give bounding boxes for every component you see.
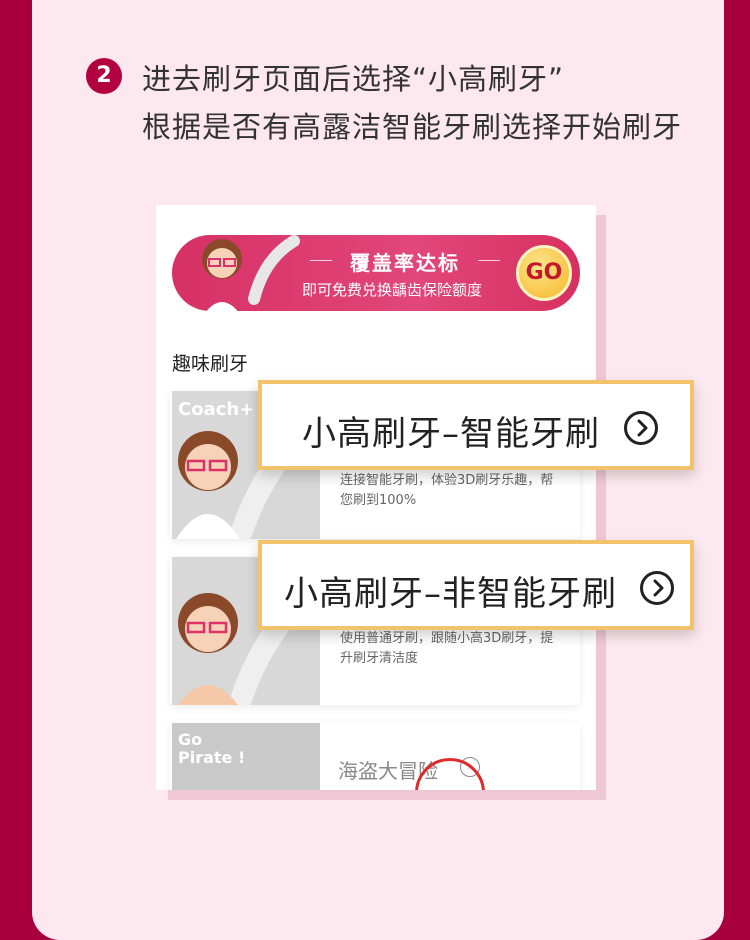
- step-instruction-line-1: 进去刷牙页面后选择“小高刷牙”: [142, 62, 565, 96]
- callout-non-smart-toothbrush[interactable]: 小高刷牙–非智能牙刷: [258, 540, 694, 630]
- coverage-banner[interactable]: 覆盖率达标 即可免费兑换龋齿保险额度 GO: [172, 235, 580, 317]
- chevron-right-icon[interactable]: [640, 571, 674, 605]
- section-title: 趣味刷牙: [172, 353, 249, 375]
- brushing-card-pirate[interactable]: Go Pirate ! 海盗大冒险 ›: [170, 723, 580, 790]
- banner-title: 覆盖率达标: [300, 247, 510, 276]
- card-image: Go Pirate !: [172, 723, 320, 790]
- go-button[interactable]: GO: [516, 245, 572, 301]
- callout-label: 小高刷牙–非智能牙刷: [284, 574, 617, 614]
- chevron-right-icon[interactable]: [624, 411, 658, 445]
- callout-smart-toothbrush[interactable]: 小高刷牙–智能牙刷: [258, 380, 694, 470]
- step-instruction-line-2: 根据是否有高露洁智能牙刷选择开始刷牙: [142, 110, 683, 144]
- card-description: 连接智能牙刷，体验3D刷牙乐趣，帮您刷到100%: [340, 473, 554, 508]
- card-image-label: Go Pirate !: [178, 730, 246, 767]
- card-description: 使用普通牙刷，跟随小高3D刷牙，提升刷牙清洁度: [340, 631, 554, 666]
- dentist-character-icon: [202, 235, 300, 317]
- phone-screenshot: 覆盖率达标 即可免费兑换龋齿保险额度 GO 趣味刷牙 Coach+ 连接智能牙刷…: [156, 205, 596, 790]
- banner-subtitle: 即可免费兑换龋齿保险额度: [302, 281, 483, 299]
- step-number-badge: 2: [86, 58, 122, 94]
- callout-label: 小高刷牙–智能牙刷: [302, 414, 600, 454]
